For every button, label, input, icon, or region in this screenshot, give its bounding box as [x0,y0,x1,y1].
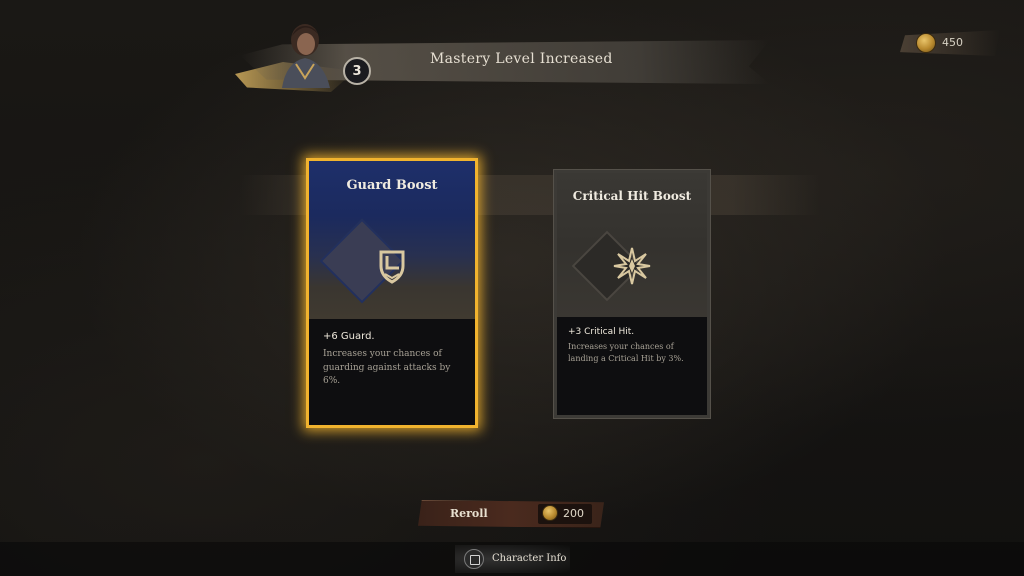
upgrade-card-guard-boost[interactable]: Guard Boost +6 Guard. Increases your cha… [306,158,478,428]
critical-star-icon [613,247,651,285]
card-description: Increases your chances of guarding again… [323,349,451,386]
upgrade-card-critical-hit-boost[interactable]: Critical Hit Boost +3 Critical Hit. Incr… [554,170,710,418]
card-title: Guard Boost [346,178,438,193]
card-title: Critical Hit Boost [572,189,692,203]
mastery-level-badge: 3 [343,57,371,85]
reroll-cost: 200 [563,507,584,520]
background [0,0,1024,576]
card-description: Increases your chances of landing a Crit… [568,342,684,363]
currency-amount: 450 [942,36,963,49]
card-description-panel: +6 Guard. Increases your chances of guar… [309,319,475,425]
character-portrait [282,24,330,88]
reroll-label: Reroll [450,507,488,520]
card-stat: +6 Guard. [323,331,375,342]
square-button-icon [464,549,484,569]
coin-icon [916,33,936,53]
mastery-title: Mastery Level Increased [430,51,613,67]
character-info-label: Character Info [492,553,567,564]
card-stat: +3 Critical Hit. [568,327,635,337]
guard-shield-icon [379,250,405,284]
card-description-panel: +3 Critical Hit. Increases your chances … [557,317,707,415]
coin-icon [542,505,558,521]
